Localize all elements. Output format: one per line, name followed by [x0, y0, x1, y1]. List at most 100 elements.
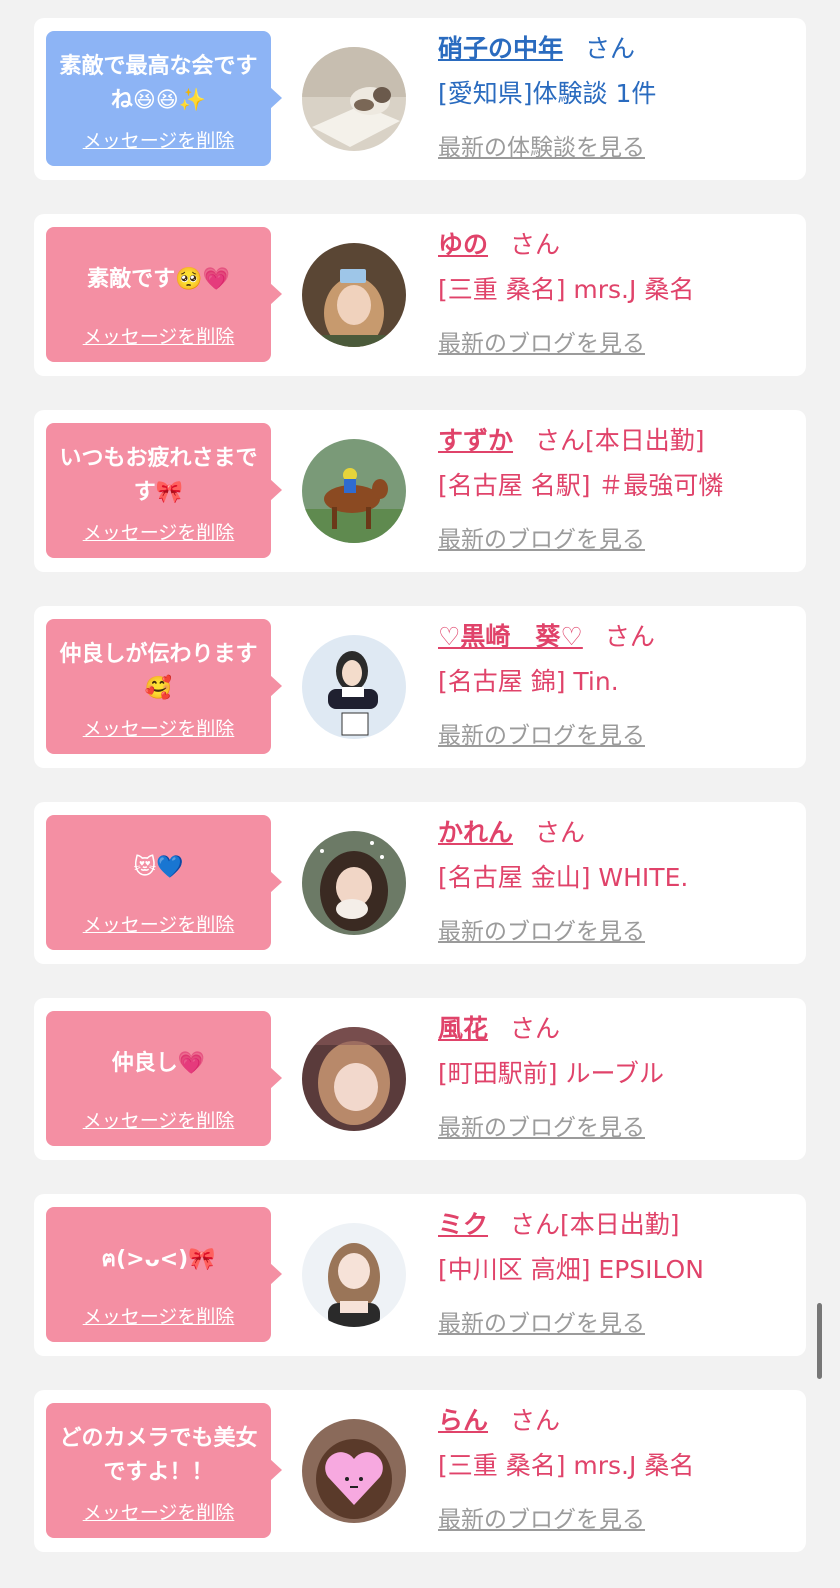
user-name-link[interactable]: 風花 — [438, 1014, 488, 1043]
delete-message-link[interactable]: メッセージを削除 — [46, 1498, 271, 1525]
heart-face-photo-icon — [302, 1419, 406, 1523]
shop-info: [中川区 高畑] EPSILON — [438, 1255, 704, 1284]
user-name-link[interactable]: ミク — [438, 1210, 488, 1239]
message-bubble: 素敵です🥺💗 メッセージを削除 — [46, 227, 282, 362]
message-text: 😻💙 — [133, 855, 184, 880]
honorific: さん — [585, 34, 636, 63]
message-text: 仲良し💗 — [111, 1051, 206, 1076]
avatar[interactable] — [302, 243, 406, 347]
info-block: ミク さん[本日出勤] [中川区 高畑] EPSILON 最新のブログを見る — [438, 1204, 796, 1338]
name-line: すずか さん[本日出勤] — [438, 420, 796, 462]
shop-info: [町田駅前] ルーブル — [438, 1059, 664, 1088]
message-text: いつもお疲れさまです🎀 — [59, 446, 258, 505]
name-line: らん さん — [438, 1400, 796, 1442]
latest-link[interactable]: 最新のブログを見る — [438, 1500, 645, 1534]
message-bubble: 仲良しが伝わります🥰 メッセージを削除 — [46, 619, 282, 754]
message-text: 仲良しが伝わります🥰 — [59, 642, 258, 701]
list-item: 仲良しが伝わります🥰 メッセージを削除 ♡黒崎 葵♡ さん [名古屋 錦] Tin… — [34, 606, 806, 768]
user-name-link[interactable]: らん — [438, 1406, 488, 1435]
latest-link[interactable]: 最新のブログを見る — [438, 716, 645, 750]
list-item: 仲良し💗 メッセージを削除 風花 さん [町田駅前] ルーブル 最新のブログを見る — [34, 998, 806, 1160]
info-block: らん さん [三重 桑名] mrs.J 桑名 最新のブログを見る — [438, 1400, 796, 1534]
latest-link[interactable]: 最新のブログを見る — [438, 1108, 645, 1142]
avatar[interactable] — [302, 439, 406, 543]
person-photo-icon — [302, 831, 406, 935]
list-item: いつもお疲れさまです🎀 メッセージを削除 すずか さん[本日出勤] [名古屋 名駅… — [34, 410, 806, 572]
avatar[interactable] — [302, 635, 406, 739]
honorific: さん — [510, 1406, 561, 1435]
honorific: さん — [510, 1210, 561, 1239]
user-name-link[interactable]: ゆの — [438, 230, 488, 259]
delete-message-link[interactable]: メッセージを削除 — [46, 126, 271, 153]
delete-message-link[interactable]: メッセージを削除 — [46, 518, 271, 545]
shop-info: [名古屋 名駅] ＃最強可憐 — [438, 471, 724, 500]
info-block: かれん さん [名古屋 金山] WHITE. 最新のブログを見る — [438, 812, 796, 946]
message-text: ฅ(>ᴗ<)🎀 — [101, 1247, 216, 1272]
message-text: 素敵で最高な会ですね😆😆✨ — [59, 54, 258, 113]
avatar[interactable] — [302, 1027, 406, 1131]
delete-message-link[interactable]: メッセージを削除 — [46, 714, 271, 741]
name-line: ♡黒崎 葵♡ さん — [438, 616, 796, 658]
horse-race-photo-icon — [302, 439, 406, 543]
latest-link[interactable]: 最新のブログを見る — [438, 324, 645, 358]
message-list: 素敵で最高な会ですね😆😆✨ メッセージを削除 硝子の中年 さん [愛知県]体験談 … — [34, 18, 806, 1586]
message-bubble: どのカメラでも美女ですよ！！ メッセージを削除 — [46, 1403, 282, 1538]
message-bubble: 😻💙 メッセージを削除 — [46, 815, 282, 950]
user-name-link[interactable]: すずか — [438, 426, 513, 455]
scrollbar[interactable] — [817, 1303, 822, 1379]
honorific: さん — [535, 426, 586, 455]
shop-info: [三重 桑名] mrs.J 桑名 — [438, 1451, 695, 1480]
latest-link[interactable]: 最新の体験談を見る — [438, 128, 645, 162]
delete-message-link[interactable]: メッセージを削除 — [46, 1106, 271, 1133]
honorific: さん — [510, 230, 561, 259]
latest-link[interactable]: 最新のブログを見る — [438, 912, 645, 946]
list-item: どのカメラでも美女ですよ！！ メッセージを削除 らん さん [三重 桑名] mrs… — [34, 1390, 806, 1552]
user-name-link[interactable]: かれん — [438, 818, 513, 847]
info-block: 風花 さん [町田駅前] ルーブル 最新のブログを見る — [438, 1008, 796, 1142]
latest-link[interactable]: 最新のブログを見る — [438, 520, 645, 554]
message-text: 素敵です🥺💗 — [87, 267, 230, 292]
snow-person-photo-icon — [302, 635, 406, 739]
message-bubble: 素敵で最高な会ですね😆😆✨ メッセージを削除 — [46, 31, 282, 166]
avatar[interactable] — [302, 831, 406, 935]
list-item: ฅ(>ᴗ<)🎀 メッセージを削除 ミク さん[本日出勤] [中川区 高畑] EPS… — [34, 1194, 806, 1356]
message-bubble: ฅ(>ᴗ<)🎀 メッセージを削除 — [46, 1207, 282, 1342]
cat-photo-icon — [302, 47, 406, 151]
honorific: さん — [510, 1014, 561, 1043]
name-line: 風花 さん — [438, 1008, 796, 1050]
person-photo-icon — [302, 243, 406, 347]
avatar[interactable] — [302, 47, 406, 151]
delete-message-link[interactable]: メッセージを削除 — [46, 910, 271, 937]
list-item: 😻💙 メッセージを削除 かれん さん [名古屋 金山] WHITE. 最新のブログ… — [34, 802, 806, 964]
info-block: すずか さん[本日出勤] [名古屋 名駅] ＃最強可憐 最新のブログを見る — [438, 420, 796, 554]
avatar[interactable] — [302, 1419, 406, 1523]
avatar[interactable] — [302, 1223, 406, 1327]
info-block: ♡黒崎 葵♡ さん [名古屋 錦] Tin. 最新のブログを見る — [438, 616, 796, 750]
info-block: ゆの さん [三重 桑名] mrs.J 桑名 最新のブログを見る — [438, 224, 796, 358]
name-line: ミク さん[本日出勤] — [438, 1204, 796, 1246]
shop-info: [愛知県]体験談 1件 — [438, 79, 657, 108]
status-text: [本日出勤] — [560, 1210, 680, 1239]
name-line: 硝子の中年 さん — [438, 28, 796, 70]
user-name-link[interactable]: ♡黒崎 葵♡ — [438, 622, 583, 651]
message-text: どのカメラでも美女ですよ！！ — [59, 1426, 258, 1485]
honorific: さん — [535, 818, 586, 847]
name-line: かれん さん — [438, 812, 796, 854]
delete-message-link[interactable]: メッセージを削除 — [46, 322, 271, 349]
message-bubble: いつもお疲れさまです🎀 メッセージを削除 — [46, 423, 282, 558]
shop-info: [名古屋 錦] Tin. — [438, 667, 619, 696]
shop-info: [名古屋 金山] WHITE. — [438, 863, 689, 892]
delete-message-link[interactable]: メッセージを削除 — [46, 1302, 271, 1329]
person-photo-icon — [302, 1027, 406, 1131]
list-item: 素敵で最高な会ですね😆😆✨ メッセージを削除 硝子の中年 さん [愛知県]体験談 … — [34, 18, 806, 180]
user-name-link[interactable]: 硝子の中年 — [438, 34, 563, 63]
status-text: [本日出勤] — [585, 426, 705, 455]
shop-info: [三重 桑名] mrs.J 桑名 — [438, 275, 695, 304]
info-block: 硝子の中年 さん [愛知県]体験談 1件 最新の体験談を見る — [438, 28, 796, 162]
honorific: さん — [604, 622, 655, 651]
latest-link[interactable]: 最新のブログを見る — [438, 1304, 645, 1338]
person-photo-icon — [302, 1223, 406, 1327]
message-bubble: 仲良し💗 メッセージを削除 — [46, 1011, 282, 1146]
list-item: 素敵です🥺💗 メッセージを削除 ゆの さん [三重 桑名] mrs.J 桑名 最新… — [34, 214, 806, 376]
name-line: ゆの さん — [438, 224, 796, 266]
